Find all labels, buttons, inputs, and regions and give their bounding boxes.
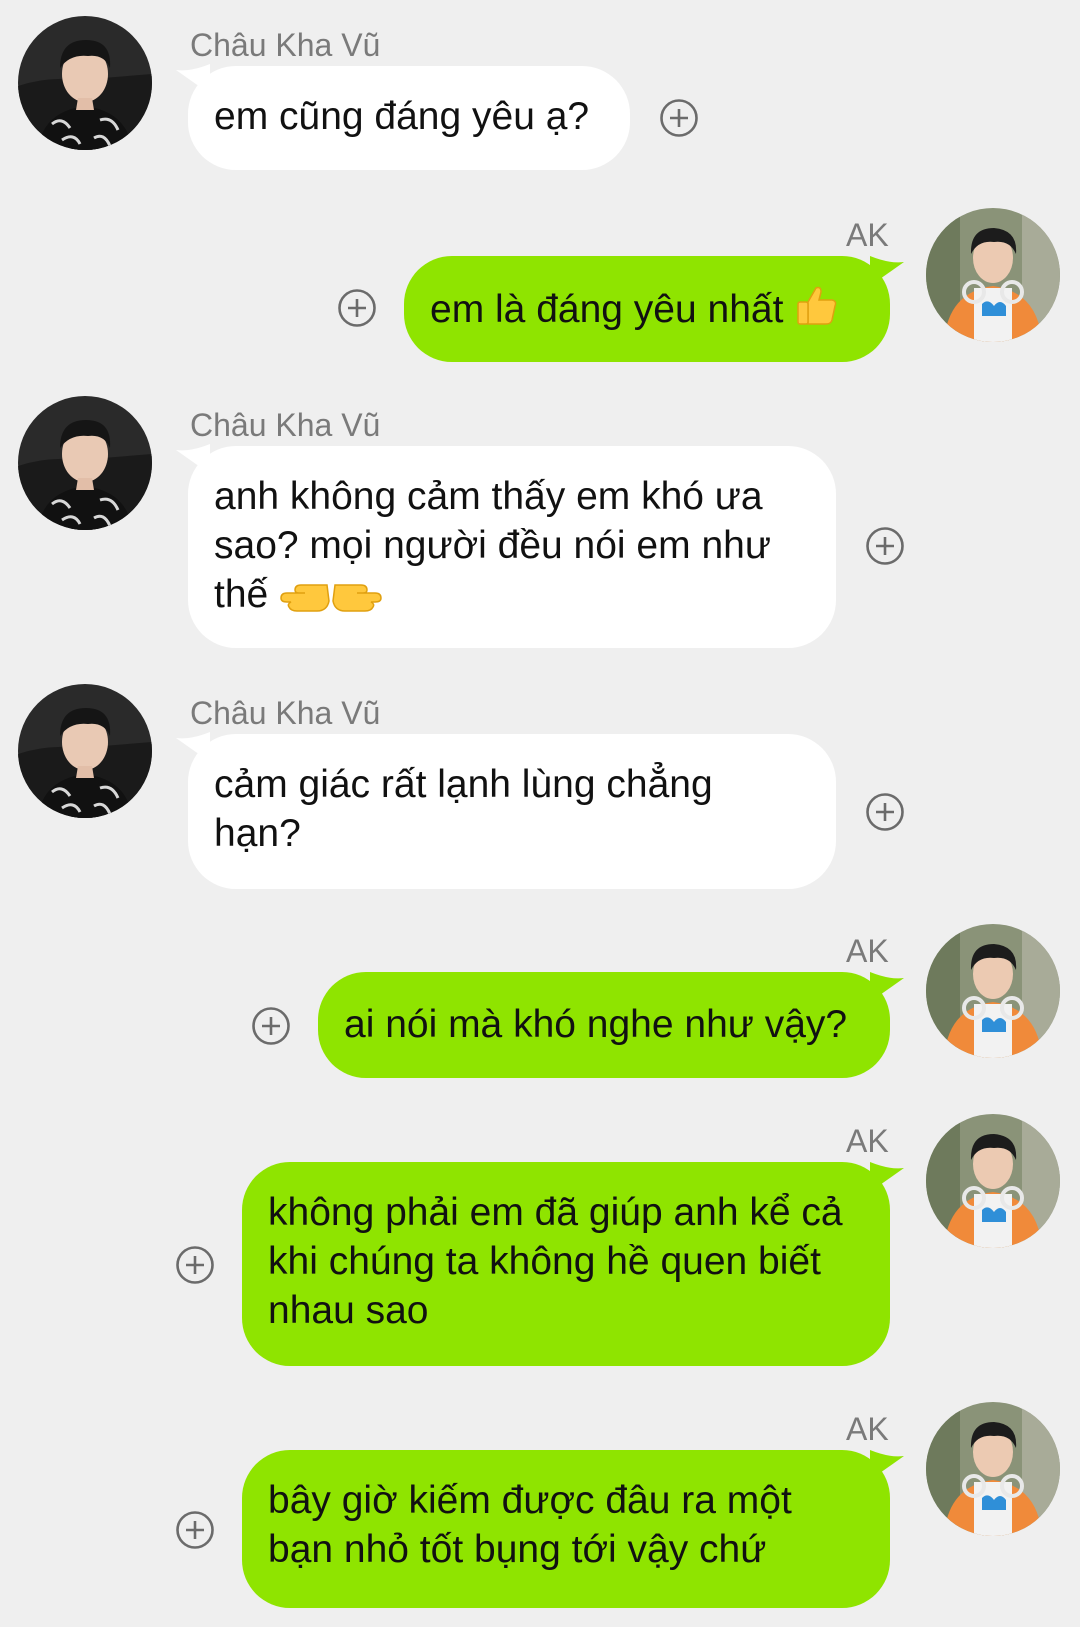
avatar-ak[interactable] bbox=[926, 1402, 1060, 1536]
message-text: bây giờ kiếm được đâu ra một bạn nhỏ tốt… bbox=[268, 1479, 792, 1571]
thumbs-up-icon bbox=[794, 282, 840, 340]
message-bubble[interactable]: cảm giác rất lạnh lùng chẳng hạn? bbox=[188, 734, 836, 889]
add-reaction-icon[interactable] bbox=[175, 1245, 215, 1285]
add-reaction-icon[interactable] bbox=[175, 1510, 215, 1550]
sender-name: AK bbox=[846, 1411, 889, 1447]
chat-message-list[interactable]: Châu Kha Vũ em cũng đáng yêu ạ? AK em là… bbox=[0, 0, 1080, 1627]
avatar-chau-kha-vu[interactable] bbox=[18, 16, 152, 150]
add-reaction-icon[interactable] bbox=[659, 98, 699, 138]
add-reaction-icon[interactable] bbox=[865, 526, 905, 566]
pointing-hands-icon bbox=[279, 571, 383, 625]
message-text: em là đáng yêu nhất bbox=[430, 288, 784, 331]
message-bubble[interactable]: em là đáng yêu nhất bbox=[404, 256, 890, 362]
avatar-chau-kha-vu[interactable] bbox=[18, 684, 152, 818]
sender-name: Châu Kha Vũ bbox=[190, 27, 381, 63]
message-text: ai nói mà khó nghe như vậy? bbox=[344, 1003, 848, 1046]
avatar-chau-kha-vu[interactable] bbox=[18, 396, 152, 530]
avatar-ak[interactable] bbox=[926, 924, 1060, 1058]
avatar-ak[interactable] bbox=[926, 208, 1060, 342]
message-bubble[interactable]: bây giờ kiếm được đâu ra một bạn nhỏ tốt… bbox=[242, 1450, 890, 1608]
message-bubble[interactable]: anh không cảm thấy em khó ưa sao? mọi ng… bbox=[188, 446, 836, 648]
message-text: không phải em đã giúp anh kể cả khi chún… bbox=[268, 1191, 843, 1332]
sender-name: Châu Kha Vũ bbox=[190, 695, 381, 731]
add-reaction-icon[interactable] bbox=[251, 1006, 291, 1046]
message-bubble[interactable]: ai nói mà khó nghe như vậy? bbox=[318, 972, 890, 1078]
sender-name: AK bbox=[846, 217, 889, 253]
sender-name: Châu Kha Vũ bbox=[190, 407, 381, 443]
add-reaction-icon[interactable] bbox=[865, 792, 905, 832]
sender-name: AK bbox=[846, 1123, 889, 1159]
add-reaction-icon[interactable] bbox=[337, 288, 377, 328]
message-bubble[interactable]: em cũng đáng yêu ạ? bbox=[188, 66, 630, 170]
sender-name: AK bbox=[846, 933, 889, 969]
message-text: em cũng đáng yêu ạ? bbox=[214, 95, 590, 138]
message-text: cảm giác rất lạnh lùng chẳng hạn? bbox=[214, 763, 713, 855]
message-bubble[interactable]: không phải em đã giúp anh kể cả khi chún… bbox=[242, 1162, 890, 1366]
avatar-ak[interactable] bbox=[926, 1114, 1060, 1248]
